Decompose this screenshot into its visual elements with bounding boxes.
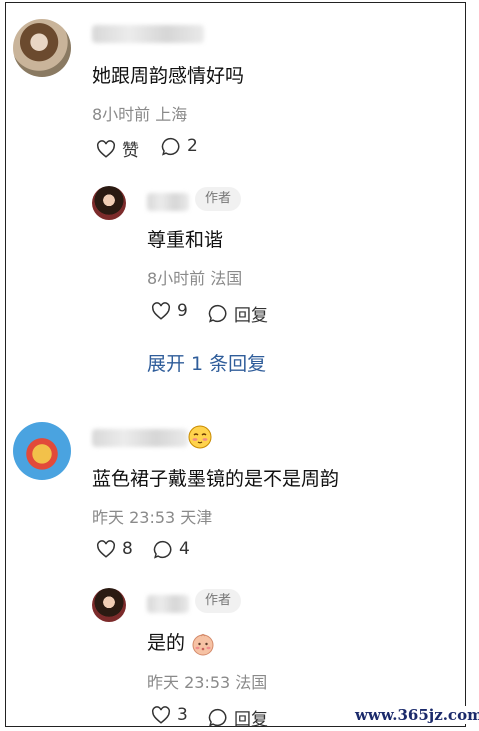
reply-time: 8小时前 bbox=[147, 269, 206, 288]
author-badge: 作者 bbox=[195, 187, 242, 211]
reply-count: 2 bbox=[187, 136, 198, 156]
username-blurred[interactable] bbox=[92, 429, 188, 447]
heart-outline-icon bbox=[152, 706, 170, 724]
baby-face-emoji-icon bbox=[192, 633, 214, 655]
speech-bubble-icon bbox=[208, 708, 227, 727]
like-count: 8 bbox=[122, 539, 133, 559]
speech-bubble-icon bbox=[161, 137, 180, 156]
avatar[interactable] bbox=[92, 588, 126, 622]
like-label: 赞 bbox=[122, 141, 139, 161]
like-count: 3 bbox=[177, 705, 188, 725]
heart-outline-icon bbox=[97, 139, 115, 158]
username-blurred[interactable] bbox=[147, 595, 189, 613]
like-button[interactable]: 8 bbox=[96, 539, 133, 559]
comment-location: 天津 bbox=[180, 508, 213, 527]
blushing-face-emoji-icon bbox=[188, 425, 212, 449]
expand-replies-button[interactable]: 展开 1 条回复 bbox=[147, 349, 266, 376]
username-blurred[interactable] bbox=[92, 25, 204, 43]
reply-button[interactable]: 回复 bbox=[208, 705, 268, 730]
reply-button[interactable]: 回复 bbox=[208, 301, 268, 326]
comment-text: 蓝色裙子戴墨镜的是不是周韵 bbox=[92, 468, 340, 490]
reply-meta: 8小时前 法国 bbox=[147, 265, 242, 289]
reply-meta: 昨天 23:53 法国 bbox=[147, 669, 267, 693]
speech-bubble-icon bbox=[208, 304, 227, 323]
reply-location: 法国 bbox=[235, 673, 268, 692]
avatar[interactable] bbox=[13, 422, 71, 480]
author-badge: 作者 bbox=[195, 589, 242, 613]
heart-outline-icon bbox=[97, 540, 115, 558]
comment-text: 她跟周韵感情好吗 bbox=[92, 65, 245, 87]
reply-time: 昨天 23:53 bbox=[147, 673, 231, 692]
comment-time: 昨天 23:53 bbox=[92, 508, 176, 527]
like-button[interactable]: 3 bbox=[151, 705, 188, 725]
reply-text: 尊重和谐 bbox=[147, 229, 224, 251]
speech-bubble-icon bbox=[153, 540, 172, 559]
heart-outline-icon bbox=[152, 302, 170, 320]
comment-meta: 8小时前 上海 bbox=[92, 101, 187, 125]
avatar[interactable] bbox=[13, 19, 71, 77]
like-count: 9 bbox=[177, 301, 188, 321]
comment-location: 上海 bbox=[155, 105, 188, 124]
like-button[interactable]: 9 bbox=[151, 301, 188, 321]
reply-label: 回复 bbox=[234, 306, 268, 326]
site-watermark: www.365jz.com bbox=[355, 706, 479, 724]
comment-time: 8小时前 bbox=[92, 105, 151, 124]
avatar[interactable] bbox=[92, 186, 126, 220]
reply-text: 是的 bbox=[147, 628, 215, 656]
comment-list: 她跟周韵感情好吗 8小时前 上海 赞 2 作者 尊重和谐 8小时前 法国 9 回… bbox=[5, 2, 466, 730]
reply-location: 法国 bbox=[210, 269, 243, 288]
reply-text-label: 是的 bbox=[147, 632, 186, 654]
reply-button[interactable]: 4 bbox=[153, 539, 190, 559]
like-button[interactable]: 赞 bbox=[96, 136, 139, 161]
reply-count: 4 bbox=[179, 539, 190, 559]
reply-button[interactable]: 2 bbox=[161, 136, 198, 156]
username-blurred[interactable] bbox=[147, 193, 189, 211]
comment-meta: 昨天 23:53 天津 bbox=[92, 504, 212, 528]
reply-label: 回复 bbox=[234, 710, 268, 730]
